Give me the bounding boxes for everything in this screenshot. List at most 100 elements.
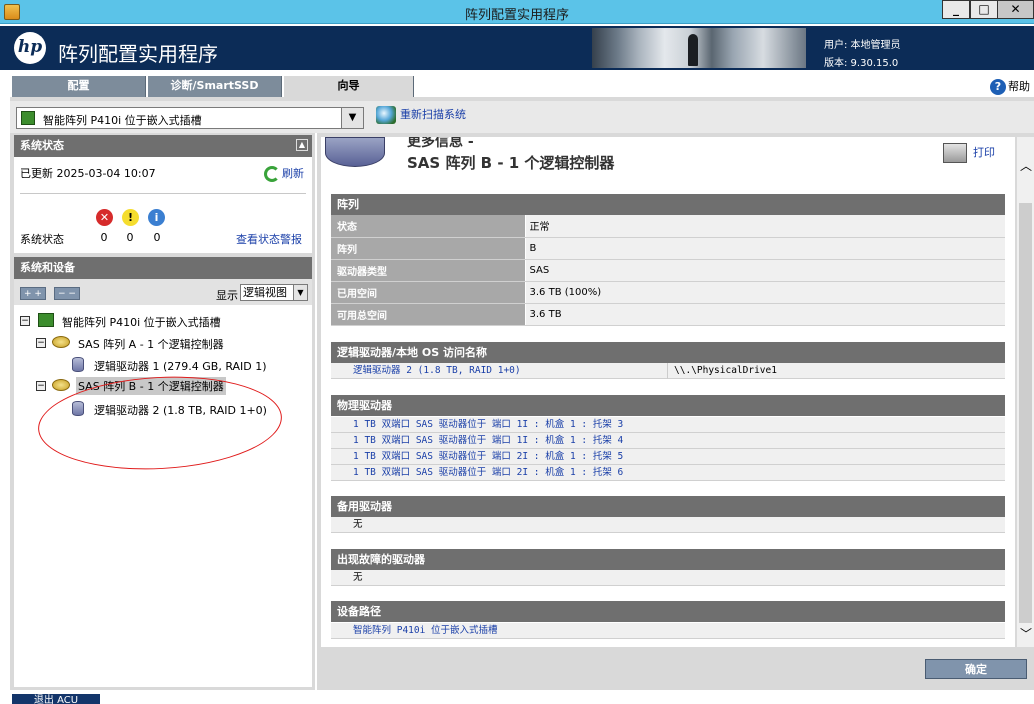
- os-access-name: \\.\PhysicalDrive1: [667, 363, 777, 379]
- property-key: 可用总空间: [331, 303, 525, 326]
- property-key: 阵列: [331, 237, 525, 260]
- window-title: 阵列配置实用程序: [464, 8, 569, 23]
- system-status-title: 系统状态: [20, 139, 64, 152]
- right-panel: 更多信息 - SAS 阵列 B - 1 个逻辑控制器 打印 阵列 状态 正常 阵列…: [317, 133, 1034, 690]
- table-row: 阵列 B: [331, 237, 1005, 260]
- help-label: 帮助: [1008, 80, 1030, 93]
- view-select-value: 逻辑视图: [243, 286, 287, 299]
- view-status-alerts-link[interactable]: 查看状态警报: [236, 231, 302, 247]
- system-status-panel: 已更新 2025-03-04 10:07 刷新 ✕ ! i 系统状态 0 0 0…: [14, 157, 312, 253]
- vertical-scrollbar[interactable]: ︿ ﹀: [1017, 137, 1034, 647]
- collapse-toggle[interactable]: −: [36, 381, 46, 391]
- refresh-link[interactable]: 刷新: [264, 165, 304, 182]
- app-title: 阵列配置实用程序: [58, 42, 218, 66]
- spare-drive-value: 无: [331, 517, 1005, 533]
- controller-icon: [38, 313, 54, 327]
- failed-drive-section-header: 出现故障的驱动器: [331, 549, 1005, 570]
- property-key: 驱动器类型: [331, 259, 525, 282]
- systems-devices-header: 系统和设备: [14, 257, 312, 279]
- device-path-section-header: 设备路径: [331, 601, 1005, 622]
- property-value: B: [524, 237, 1005, 260]
- tree-item-array-a[interactable]: SAS 阵列 A - 1 个逻辑控制器: [78, 336, 224, 352]
- array-properties-table: 状态 正常 阵列 B 驱动器类型 SAS 已用空间 3.6 TB (100%) 可用总空…: [331, 215, 1005, 326]
- physical-drive-link[interactable]: 1 TB 双端口 SAS 驱动器位于 端口 1I : 机盒 1 : 托架 4: [331, 433, 1005, 449]
- controller-icon: [21, 111, 35, 125]
- physical-drive-link[interactable]: 1 TB 双端口 SAS 驱动器位于 端口 2I : 机盒 1 : 托架 6: [331, 465, 1005, 481]
- title-bar: 阵列配置实用程序 _ □ ✕: [0, 0, 1034, 24]
- chevron-down-icon: ▼: [293, 285, 307, 300]
- warning-count: 0: [126, 231, 134, 244]
- version-label: 版本: 9.30.15.0: [824, 58, 899, 69]
- rescan-label: 重新扫描系统: [400, 108, 466, 121]
- physical-drive-section-header: 物理驱动器: [331, 395, 1005, 416]
- physical-drive-link[interactable]: 1 TB 双端口 SAS 驱动器位于 端口 1I : 机盒 1 : 托架 3: [331, 417, 1005, 433]
- rescan-system-link[interactable]: 重新扫描系统: [376, 106, 466, 124]
- collapse-toggle[interactable]: −: [20, 316, 30, 326]
- warning-icon: !: [122, 209, 139, 226]
- device-path-link[interactable]: 智能阵列 P410i 位于嵌入式插槽: [331, 623, 1005, 639]
- property-value: 正常: [524, 215, 1005, 238]
- print-link[interactable]: 打印: [943, 143, 995, 163]
- info-count: 0: [153, 231, 161, 244]
- array-icon: [52, 379, 70, 391]
- collapse-panel-icon[interactable]: ▲: [296, 139, 308, 151]
- failed-drive-value: 无: [331, 570, 1005, 586]
- hp-logo: hp: [14, 32, 46, 64]
- controller-bar: 智能阵列 P410i 位于嵌入式插槽 ▼ 重新扫描系统: [10, 101, 1034, 133]
- rescan-icon: [376, 106, 396, 124]
- spare-drive-section-header: 备用驱动器: [331, 496, 1005, 517]
- controller-select[interactable]: 智能阵列 P410i 位于嵌入式插槽 ▼: [16, 107, 364, 129]
- scroll-up-icon[interactable]: ︿: [1020, 157, 1032, 174]
- detail-content: 更多信息 - SAS 阵列 B - 1 个逻辑控制器 打印 阵列 状态 正常 阵列…: [321, 137, 1015, 647]
- error-icon: ✕: [96, 209, 113, 226]
- collapse-all-button[interactable]: − −: [54, 287, 80, 300]
- logical-drive-section-header: 逻辑驱动器/本地 OS 访问名称: [331, 342, 1005, 363]
- property-key: 已用空间: [331, 281, 525, 304]
- error-count: 0: [100, 231, 108, 244]
- exit-acu-button[interactable]: 退出 ACU: [12, 694, 100, 704]
- scroll-down-icon[interactable]: ﹀: [1020, 625, 1032, 642]
- tab-configure[interactable]: 配置: [12, 76, 146, 97]
- minimize-button[interactable]: _: [942, 0, 970, 19]
- help-link[interactable]: ? 帮助: [990, 78, 1030, 95]
- physical-drive-link[interactable]: 1 TB 双端口 SAS 驱动器位于 端口 2I : 机盒 1 : 托架 5: [331, 449, 1005, 465]
- tree-item-logical-drive-1[interactable]: 逻辑驱动器 1 (279.4 GB, RAID 1): [94, 358, 267, 374]
- system-status-header: 系统状态 ▲: [14, 135, 312, 157]
- array-section-header: 阵列: [331, 194, 1005, 215]
- collapse-toggle[interactable]: −: [36, 338, 46, 348]
- expand-all-button[interactable]: + +: [20, 287, 46, 300]
- detail-title: SAS 阵列 B - 1 个逻辑控制器: [407, 154, 615, 172]
- chevron-down-icon[interactable]: ▼: [341, 108, 363, 128]
- tab-wizards[interactable]: 向导: [284, 76, 414, 97]
- logical-drive-row: 逻辑驱动器 2 (1.8 TB, RAID 1+0) \\.\PhysicalD…: [331, 363, 1005, 379]
- view-select[interactable]: 逻辑视图 ▼: [240, 284, 308, 301]
- ok-button[interactable]: 确定: [925, 659, 1027, 679]
- table-row: 已用空间 3.6 TB (100%): [331, 281, 1005, 304]
- property-key: 状态: [331, 215, 525, 238]
- printer-icon: [943, 143, 967, 163]
- help-icon: ?: [990, 79, 1006, 95]
- tab-diagnostics[interactable]: 诊断/SmartSSD: [148, 76, 282, 97]
- logical-drive-link[interactable]: 逻辑驱动器 2 (1.8 TB, RAID 1+0): [353, 365, 521, 376]
- property-value: 3.6 TB: [524, 303, 1005, 326]
- tree-item-controller[interactable]: 智能阵列 P410i 位于嵌入式插槽: [62, 314, 221, 330]
- user-label: 用户: 本地管理员: [824, 40, 901, 51]
- print-label: 打印: [973, 146, 995, 159]
- array-icon: [52, 336, 70, 348]
- close-button[interactable]: ✕: [998, 0, 1034, 19]
- scrollbar-thumb[interactable]: [1019, 203, 1032, 623]
- property-value: SAS: [524, 259, 1005, 282]
- maximize-button[interactable]: □: [970, 0, 998, 19]
- logical-drive-icon: [72, 357, 84, 372]
- array-icon: [325, 137, 385, 167]
- refresh-icon: [264, 166, 280, 182]
- device-tree: − 智能阵列 P410i 位于嵌入式插槽 − SAS 阵列 A - 1 个逻辑控…: [14, 305, 312, 687]
- updated-timestamp: 已更新 2025-03-04 10:07: [20, 167, 156, 180]
- refresh-label: 刷新: [282, 167, 304, 180]
- more-info-heading: 更多信息 -: [407, 137, 474, 150]
- system-status-label: 系统状态: [20, 233, 64, 246]
- app-header: hp 阵列配置实用程序 用户: 本地管理员 版本: 9.30.15.0: [0, 26, 1034, 70]
- info-icon: i: [148, 209, 165, 226]
- controller-select-value: 智能阵列 P410i 位于嵌入式插槽: [43, 114, 202, 127]
- show-label: 显示: [216, 289, 238, 302]
